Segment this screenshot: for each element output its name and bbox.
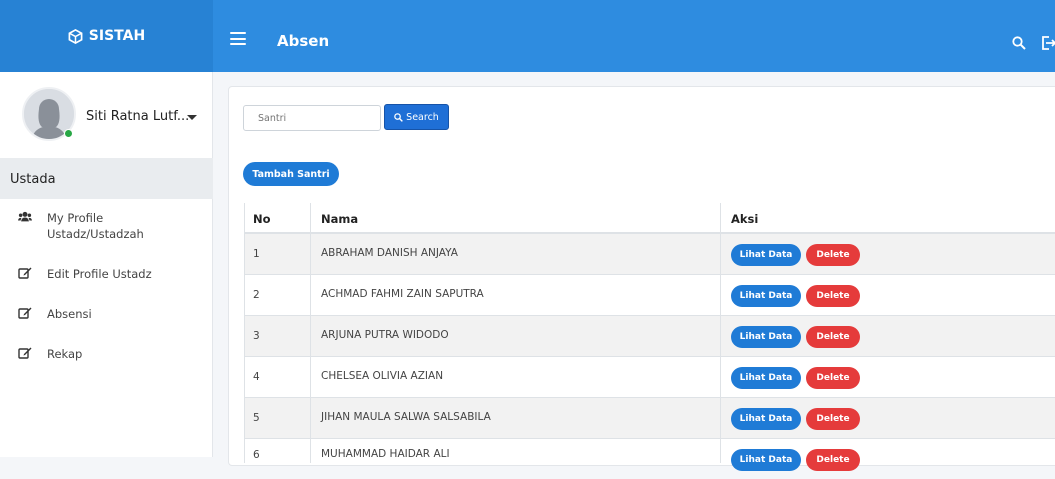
users-icon (18, 211, 32, 222)
sidebar-section-header: Ustada (0, 158, 213, 199)
row-number: 3 (253, 330, 260, 342)
view-data-button[interactable]: Lihat Data (731, 244, 801, 266)
delete-button[interactable]: Delete (806, 326, 860, 348)
row-number: 1 (253, 248, 260, 260)
search-button-label: Search (406, 111, 439, 123)
row-name: MUHAMMAD HAIDAR ALI (321, 448, 450, 460)
table-row: 5 JIHAN MAULA SALWA SALSABILA Lihat Data… (244, 397, 1055, 438)
search-button[interactable]: Search (384, 104, 449, 130)
table-row: 3 ARJUNA PUTRA WIDODO Lihat Data Delete (244, 315, 1055, 356)
edit-icon (18, 307, 32, 319)
page-title: Absen (277, 32, 330, 50)
sidebar-item-label: My Profile Ustadz/Ustadzah (47, 211, 144, 241)
column-divider (310, 203, 311, 463)
row-number: 4 (253, 371, 260, 383)
online-status-indicator (64, 129, 73, 138)
row-number: 5 (253, 412, 260, 424)
header-no: No (253, 212, 271, 226)
sidebar-item-label: Rekap (47, 347, 83, 361)
table-border-left (244, 203, 245, 463)
edit-icon (18, 267, 32, 279)
edit-icon (18, 347, 32, 359)
row-number: 2 (253, 289, 260, 301)
table-row: 4 CHELSEA OLIVIA AZIAN Lihat Data Delete (244, 356, 1055, 397)
delete-button[interactable]: Delete (806, 367, 860, 389)
user-panel[interactable]: Siti Ratna Lutf... (0, 72, 213, 158)
sidebar-item-label: Absensi (47, 307, 92, 321)
sidebar-item-edit-profile[interactable]: Edit Profile Ustadz (0, 264, 213, 286)
column-divider (720, 203, 721, 463)
row-name: ABRAHAM DANISH ANJAYA (321, 247, 458, 259)
view-data-button[interactable]: Lihat Data (731, 449, 801, 471)
brand-name: SISTAH (88, 28, 146, 44)
row-name: CHELSEA OLIVIA AZIAN (321, 370, 444, 382)
table-row: 1 ABRAHAM DANISH ANJAYA Lihat Data Delet… (244, 233, 1055, 274)
search-icon[interactable] (1012, 36, 1026, 50)
user-name: Siti Ratna Lutf... (86, 109, 190, 124)
header-aksi: Aksi (731, 212, 759, 226)
sidebar: Siti Ratna Lutf... Ustada My Profile Ust… (0, 72, 213, 457)
row-number: 6 (253, 449, 260, 461)
view-data-button[interactable]: Lihat Data (731, 367, 801, 389)
delete-button[interactable]: Delete (806, 244, 860, 266)
table-header: No Nama Aksi (244, 203, 1055, 233)
delete-button[interactable]: Delete (806, 449, 860, 471)
sidebar-item-label: Edit Profile Ustadz (47, 267, 152, 281)
sidebar-item-absensi[interactable]: Absensi (0, 304, 213, 326)
view-data-button[interactable]: Lihat Data (731, 285, 801, 307)
delete-button[interactable]: Delete (806, 408, 860, 430)
sidebar-item-rekap[interactable]: Rekap (0, 344, 213, 366)
delete-button[interactable]: Delete (806, 285, 860, 307)
top-navbar: SISTAH Absen (0, 0, 1055, 72)
menu-toggle-icon[interactable] (230, 32, 246, 45)
row-name: ARJUNA PUTRA WIDODO (321, 329, 449, 341)
header-nama: Nama (321, 212, 359, 226)
add-santri-button[interactable]: Tambah Santri (243, 162, 339, 186)
view-data-button[interactable]: Lihat Data (731, 326, 801, 348)
view-data-button[interactable]: Lihat Data (731, 408, 801, 430)
cube-icon (68, 28, 83, 44)
search-input[interactable] (243, 105, 381, 131)
sidebar-item-my-profile[interactable]: My Profile Ustadz/Ustadzah (0, 208, 213, 248)
table-row: 2 ACHMAD FAHMI ZAIN SAPUTRA Lihat Data D… (244, 274, 1055, 315)
brand-logo[interactable]: SISTAH (0, 0, 213, 72)
row-name: ACHMAD FAHMI ZAIN SAPUTRA (321, 288, 484, 300)
logout-icon[interactable] (1040, 35, 1055, 51)
chevron-down-icon[interactable] (187, 115, 197, 120)
table-row: 6 MUHAMMAD HAIDAR ALI Lihat Data Delete (244, 438, 1055, 479)
search-icon (394, 112, 404, 122)
row-name: JIHAN MAULA SALWA SALSABILA (321, 411, 491, 423)
